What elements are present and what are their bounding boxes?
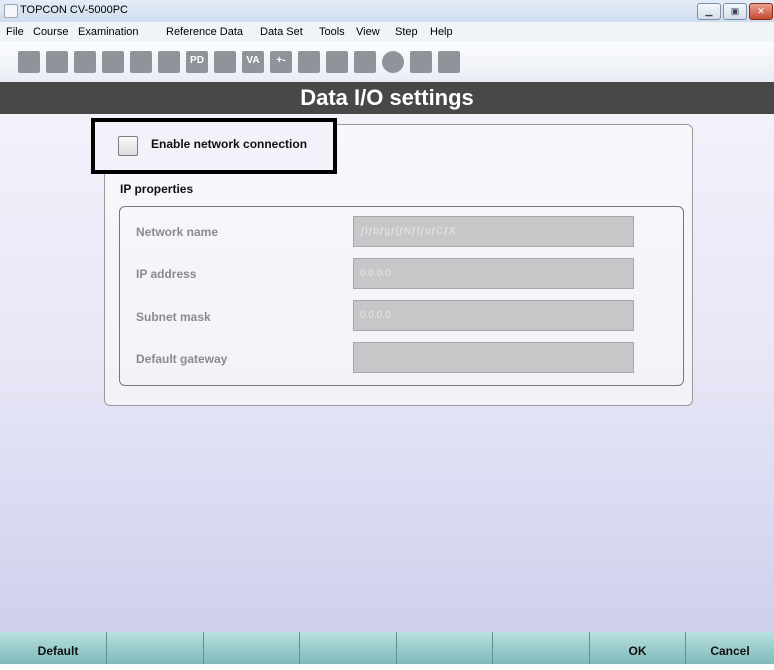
minimize-button[interactable]: ▁ bbox=[697, 3, 721, 20]
menu-tools[interactable]: Tools bbox=[319, 26, 345, 38]
ip-address-label: IP address bbox=[136, 267, 197, 281]
function-key-bar: Default OK Cancel bbox=[0, 632, 774, 664]
menu-help[interactable]: Help bbox=[430, 26, 453, 38]
book-icon[interactable] bbox=[354, 51, 376, 73]
app-icon bbox=[4, 4, 18, 18]
keyboard-icon[interactable] bbox=[130, 51, 152, 73]
va-label: VA bbox=[246, 55, 260, 66]
menu-view[interactable]: View bbox=[356, 26, 380, 38]
menu-data-set[interactable]: Data Set bbox=[260, 26, 303, 38]
function-key-3[interactable] bbox=[204, 632, 300, 664]
folder-icon[interactable] bbox=[158, 51, 180, 73]
function-key-4[interactable] bbox=[300, 632, 397, 664]
ok-button[interactable]: OK bbox=[590, 632, 686, 664]
menu-examination[interactable]: Examination bbox=[78, 26, 139, 38]
window-title: TOPCON CV-5000PC bbox=[20, 4, 129, 16]
function-key-5[interactable] bbox=[397, 632, 493, 664]
cancel-button[interactable]: Cancel bbox=[686, 632, 774, 664]
circle-icon[interactable] bbox=[382, 51, 404, 73]
menu-course[interactable]: Course bbox=[33, 26, 68, 38]
printer-icon[interactable] bbox=[18, 51, 40, 73]
network-name-label: Network name bbox=[136, 225, 219, 239]
menu-file[interactable]: File bbox=[6, 26, 24, 38]
patient-icon[interactable] bbox=[46, 51, 68, 73]
display-icon[interactable] bbox=[298, 51, 320, 73]
toolbar: PD VA +- bbox=[0, 42, 774, 83]
display-2-icon[interactable] bbox=[326, 51, 348, 73]
default-gateway-field[interactable] bbox=[353, 342, 634, 373]
enable-network-highlight: Enable network connection bbox=[91, 118, 337, 174]
pd-icon[interactable]: PD bbox=[186, 51, 208, 73]
ip-address-field[interactable]: 0.0.0.0 bbox=[353, 258, 634, 289]
wrench-icon[interactable] bbox=[438, 51, 460, 73]
subnet-mask-field[interactable]: 0.0.0.0 bbox=[353, 300, 634, 331]
title-bar: TOPCON CV-5000PC ▁ ▣ ✕ bbox=[0, 0, 774, 22]
va-icon[interactable]: VA bbox=[242, 51, 264, 73]
user-icon[interactable] bbox=[410, 51, 432, 73]
menu-bar: File Course Examination Reference Data D… bbox=[0, 22, 774, 42]
function-key-6[interactable] bbox=[493, 632, 590, 664]
default-gateway-label: Default gateway bbox=[136, 352, 228, 366]
network-name-field[interactable]: ƒlƒbƒgƒ[ƒNƒfƒoƒCƒX bbox=[353, 216, 634, 247]
addition-icon[interactable]: +- bbox=[270, 51, 292, 73]
subnet-mask-label: Subnet mask bbox=[136, 310, 211, 324]
add-label: +- bbox=[276, 55, 286, 66]
maximize-button[interactable]: ▣ bbox=[723, 3, 747, 20]
enable-network-label: Enable network connection bbox=[151, 137, 308, 151]
page-title: Data I/O settings bbox=[0, 82, 774, 114]
menu-reference-data[interactable]: Reference Data bbox=[166, 26, 243, 38]
menu-step[interactable]: Step bbox=[395, 26, 418, 38]
enable-network-checkbox[interactable] bbox=[118, 136, 138, 156]
close-button[interactable]: ✕ bbox=[749, 3, 773, 20]
default-button[interactable]: Default bbox=[10, 632, 107, 664]
pd-label: PD bbox=[190, 55, 204, 66]
function-key-2[interactable] bbox=[107, 632, 204, 664]
examination-icon[interactable] bbox=[74, 51, 96, 73]
examination-2-icon[interactable] bbox=[102, 51, 124, 73]
chart-icon[interactable] bbox=[214, 51, 236, 73]
ip-properties-label: IP properties bbox=[120, 182, 194, 196]
